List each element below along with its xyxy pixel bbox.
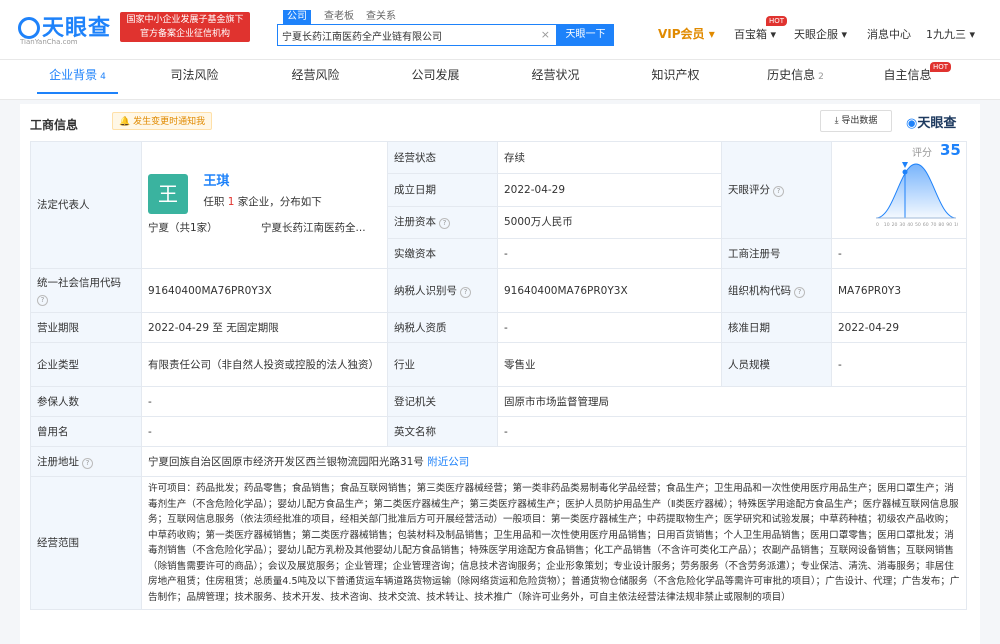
legal-rep-cell: 王 王琪 任职 1 家企业，分布如下 宁夏（共1家） 宁夏长药江南医药全...	[141, 141, 388, 269]
eye-logo-icon: ◉	[906, 116, 918, 131]
change-notify-button[interactable]: 🔔 发生变更时通知我	[112, 112, 213, 130]
est-date-value: 2022-04-29	[497, 173, 722, 207]
status-value: 存续	[497, 140, 722, 175]
axis-tick-label: 100	[954, 222, 958, 228]
address-cell: 宁夏回族自治区固原市经济开发区西兰银物流园阳光路31号 附近公司	[141, 446, 967, 477]
section-title: 工商信息	[30, 118, 79, 132]
tab-history[interactable]: 历史信息 2	[738, 60, 853, 100]
brand-logo: ◉天眼查	[906, 116, 957, 131]
tab-business-risk[interactable]: 经营风险	[258, 60, 373, 100]
axis-tick-label: 70	[931, 222, 937, 228]
top-header: 天眼查 TianYanCha.com 国家中小企业发展子基金旗下 官方备案企业征…	[0, 0, 1000, 60]
tab-legal-risk[interactable]: 司法风险	[137, 60, 252, 100]
search-tab-company[interactable]: 公司	[283, 10, 311, 24]
term-value: 2022-04-29 至 无固定期限	[141, 312, 388, 343]
regno-value: -	[831, 238, 967, 269]
messages-link[interactable]: 消息中心	[867, 26, 911, 42]
bell-icon: 🔔	[119, 117, 131, 127]
tab-background[interactable]: 企业背景 4	[20, 60, 135, 100]
search-tab-boss[interactable]: 查老板	[324, 10, 354, 24]
industry-value: 零售业	[497, 342, 722, 387]
tianyancha-logo[interactable]: 天眼查 TianYanCha.com	[18, 10, 118, 46]
legal-rep-company[interactable]: 宁夏长药江南医药全...	[261, 222, 366, 234]
business-scope-value: 许可项目：药品批发；药品零售；食品销售；食品互联网销售；第三类医疗器械经营；第一…	[141, 476, 967, 610]
table-row: 参保人数 - 登记机关 固原市市场监督管理局	[30, 386, 967, 417]
tab-ip[interactable]: 知识产权	[618, 60, 733, 100]
help-icon[interactable]: ?	[37, 294, 48, 306]
search-input[interactable]	[282, 27, 532, 43]
axis-tick-label: 60	[923, 222, 929, 228]
export-button[interactable]: ⤓ 导出数据	[820, 110, 892, 132]
org-code-value: MA76PR0Y3	[831, 268, 967, 313]
table-row: 经营范围 许可项目：药品批发；药品零售；食品销售；食品互联网销售；第三类医疗器械…	[30, 476, 967, 610]
score-distribution-chart: 0 102030405060708090100	[875, 162, 958, 228]
business-info-panel: 工商信息 🔔 发生变更时通知我 ⤓ 导出数据 ◉天眼查 法定代表人 王 王琪 任…	[20, 104, 980, 644]
former-name-value: -	[141, 416, 388, 447]
authority-value: 固原市市场监督管理局	[497, 386, 967, 417]
table-row: 法定代表人 王 王琪 任职 1 家企业，分布如下 宁夏（共1家） 宁夏长药江南医…	[30, 140, 967, 269]
paid-capital-value: -	[497, 238, 722, 269]
clear-icon[interactable]: ×	[541, 28, 550, 41]
search-tab-relation[interactable]: 查关系	[366, 10, 396, 24]
company-tabs: 企业背景 4 司法风险 经营风险 公司发展 经营状况 知识产权 历史信息 2 自主信…	[0, 60, 1000, 100]
tab-development[interactable]: 公司发展	[378, 60, 493, 100]
axis-tick-label: 0	[876, 222, 879, 228]
hot-badge: HOT	[766, 16, 788, 26]
axis-tick-label: 90	[946, 222, 952, 228]
business-info-table: 法定代表人 王 王琪 任职 1 家企业，分布如下 宁夏（共1家） 宁夏长药江南医…	[30, 140, 967, 610]
capital-value: 5000万人民币	[497, 205, 722, 240]
tab-operation[interactable]: 经营状况	[498, 60, 613, 100]
company-type-value: 有限责任公司（非自然人投资或控股的法人独资）	[141, 342, 388, 387]
score-cell: 评分 35 0102030405060708090100	[831, 141, 967, 239]
vip-link[interactable]: VIP会员 ▾	[658, 25, 715, 42]
eye-logo-icon	[18, 17, 40, 39]
table-row: 营业期限 2022-04-29 至 无固定期限 纳税人资质 - 核准日期 202…	[30, 312, 967, 343]
table-row: 注册地址? 宁夏回族自治区固原市经济开发区西兰银物流园阳光路31号 附近公司	[30, 446, 967, 477]
help-icon[interactable]: ?	[773, 186, 784, 197]
hot-badge: HOT	[930, 62, 952, 72]
baibaoxiang-link[interactable]: 百宝箱 ▾	[734, 26, 776, 42]
tax-qual-value: -	[497, 312, 722, 343]
approve-date-value: 2022-04-29	[831, 312, 967, 343]
axis-tick-label: 10	[884, 222, 890, 228]
avatar: 王	[148, 174, 188, 214]
axis-tick-label: 20	[892, 222, 898, 228]
axis-tick-label: 80	[938, 222, 944, 228]
axis-tick-label: 30	[899, 222, 905, 228]
address-value: 宁夏回族自治区固原市经济开发区西兰银物流园阳光路31号	[148, 455, 424, 468]
help-icon[interactable]: ?	[460, 286, 471, 298]
insured-value: -	[141, 386, 388, 417]
legal-rep-label: 法定代表人	[30, 141, 142, 269]
help-icon[interactable]: ?	[794, 286, 805, 298]
score-value: 35	[940, 141, 961, 159]
table-row: 企业类型 有限责任公司（非自然人投资或控股的法人独资） 行业 零售业 人员规模 …	[30, 342, 967, 387]
credit-code-value: 91640400MA76PR0Y3X	[141, 268, 388, 313]
table-row: 统一社会信用代码? 91640400MA76PR0Y3X 纳税人识别号? 916…	[30, 268, 967, 313]
taxid-value: 91640400MA76PR0Y3X	[497, 268, 722, 313]
axis-tick-label: 40	[907, 222, 913, 228]
qifu-link[interactable]: 天眼企服 ▾	[794, 26, 847, 42]
search-box: ×	[277, 24, 557, 46]
help-icon[interactable]: ?	[439, 218, 450, 230]
official-badge[interactable]: 国家中小企业发展子基金旗下 官方备案企业征信机构	[120, 12, 250, 42]
download-icon: ⤓	[834, 116, 839, 126]
staff-value: -	[831, 342, 967, 387]
user-menu[interactable]: 1九九三 ▾	[926, 26, 975, 42]
axis-tick-label: 50	[915, 222, 921, 228]
table-row: 曾用名 - 英文名称 -	[30, 416, 967, 447]
legal-rep-region: 宁夏（共1家）	[148, 222, 218, 234]
help-icon[interactable]: ?	[82, 457, 93, 469]
search-button[interactable]: 天眼一下	[557, 24, 614, 46]
english-name-value: -	[497, 416, 967, 447]
nearby-companies-link[interactable]: 附近公司	[427, 456, 469, 468]
legal-rep-name[interactable]: 王琪	[203, 174, 321, 190]
